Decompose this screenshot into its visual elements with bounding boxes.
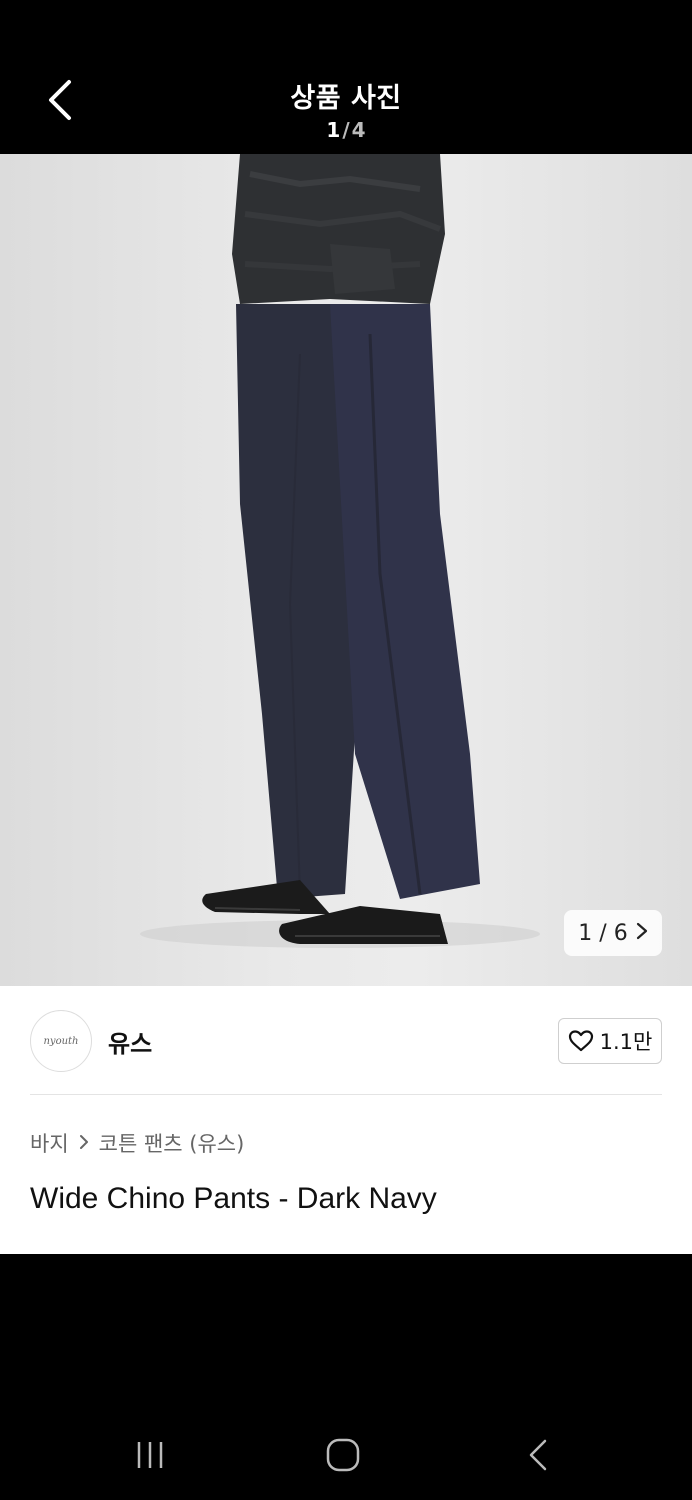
product-photo[interactable] bbox=[0, 154, 692, 986]
photo-index-text: 1 / 6 bbox=[578, 920, 628, 946]
brand-logo[interactable]: nyouth bbox=[30, 1010, 92, 1072]
breadcrumb: 바지 코튼 팬츠 (유스) bbox=[30, 1128, 244, 1158]
photo-page-counter: 1/4 bbox=[0, 118, 692, 142]
product-photo-screen: 상품 사진 1/4 1 / 6 nyouth 유스 1.1만 바지 코튼 팬츠 … bbox=[0, 0, 692, 1500]
like-count: 1.1만 bbox=[599, 1030, 653, 1054]
counter-current: 1 bbox=[326, 118, 341, 142]
product-info-panel: nyouth 유스 1.1만 바지 코튼 팬츠 (유스) Wide Chino … bbox=[0, 986, 692, 1254]
breadcrumb-category[interactable]: 바지 bbox=[30, 1128, 69, 1158]
system-nav-bar bbox=[0, 1410, 692, 1500]
pants-photo-illustration bbox=[140, 154, 540, 948]
system-back-button[interactable] bbox=[508, 1430, 568, 1480]
page-title: 상품 사진 bbox=[290, 83, 402, 114]
brand-logo-text: nyouth bbox=[43, 1035, 79, 1047]
chevron-right-icon bbox=[79, 1131, 89, 1155]
home-button[interactable] bbox=[313, 1430, 373, 1480]
divider bbox=[30, 1094, 662, 1095]
chevron-right-icon bbox=[636, 921, 648, 946]
counter-separator: / bbox=[342, 118, 350, 142]
breadcrumb-subcategory[interactable]: 코튼 팬츠 (유스) bbox=[99, 1128, 245, 1158]
brand-row: nyouth 유스 1.1만 bbox=[30, 1008, 662, 1074]
recent-apps-icon bbox=[137, 1442, 163, 1468]
recent-apps-button[interactable] bbox=[120, 1430, 180, 1480]
header-bar: 상품 사진 1/4 bbox=[0, 0, 692, 154]
like-button[interactable]: 1.1만 bbox=[558, 1018, 662, 1064]
photo-index-badge[interactable]: 1 / 6 bbox=[564, 910, 662, 956]
product-name: Wide Chino Pants - Dark Navy bbox=[30, 1182, 437, 1215]
home-icon bbox=[326, 1438, 360, 1472]
heart-icon bbox=[568, 1029, 594, 1053]
counter-total: 4 bbox=[351, 118, 366, 142]
back-arrow-icon bbox=[529, 1439, 547, 1471]
brand-name[interactable]: 유스 bbox=[108, 1024, 152, 1059]
